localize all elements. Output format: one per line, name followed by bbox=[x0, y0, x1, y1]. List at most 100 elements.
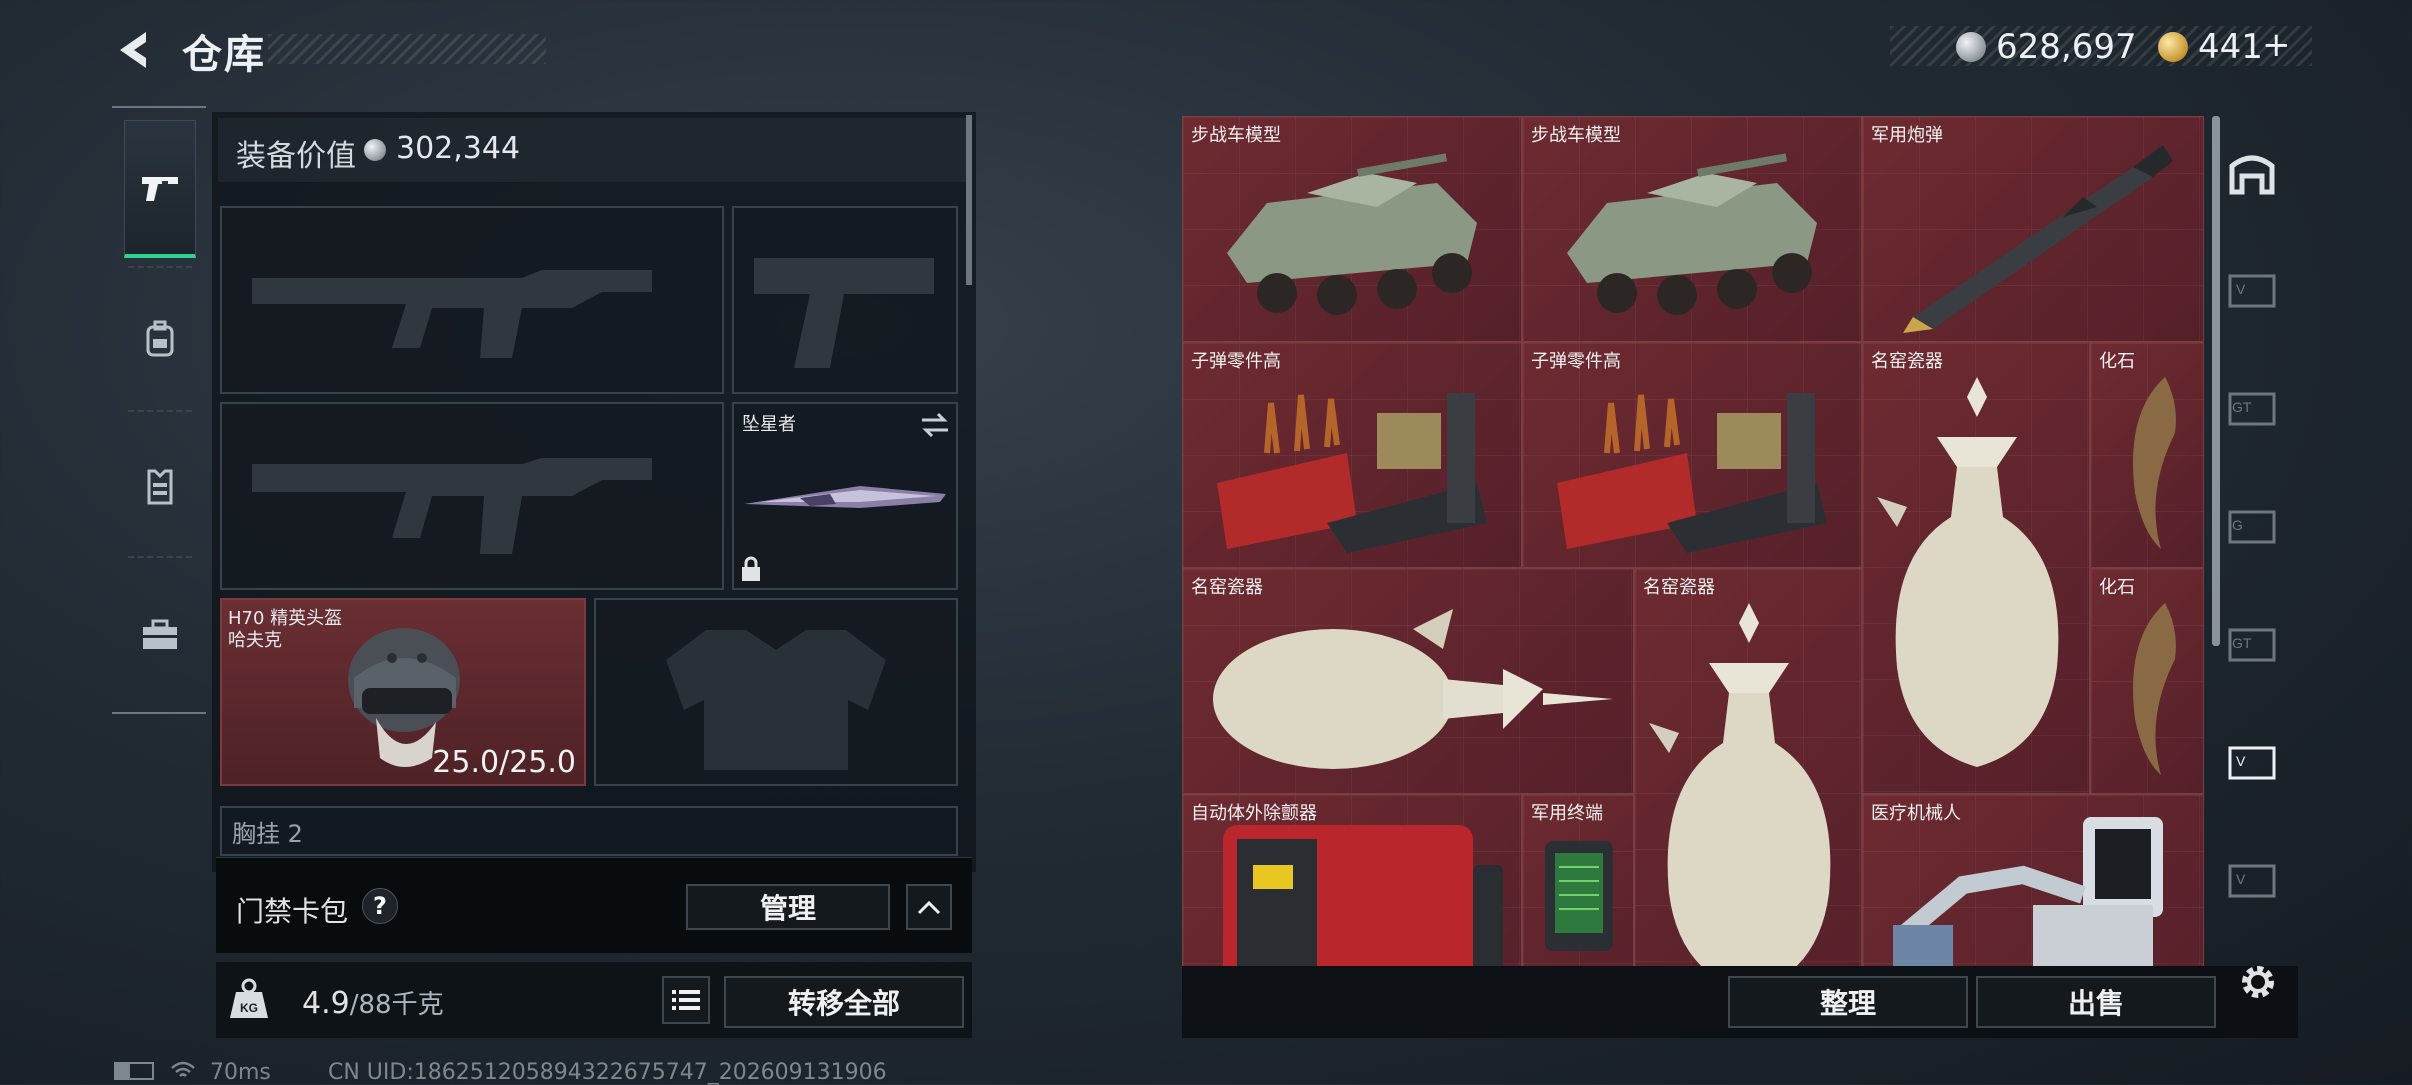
storage-item[interactable]: 医疗机械人 bbox=[1862, 794, 2204, 966]
chevron-up-icon bbox=[917, 900, 941, 915]
storage-tab-v-active[interactable]: V bbox=[2226, 736, 2278, 788]
gold-coin-icon bbox=[2158, 32, 2188, 62]
storage-item[interactable]: 名窑瓷器 bbox=[1862, 342, 2090, 794]
storage-item[interactable]: 自动体外除颤器 bbox=[1182, 794, 1522, 966]
chest-rig-section[interactable]: 胸挂 2 bbox=[220, 806, 958, 856]
page-title: 仓库 bbox=[182, 32, 266, 78]
storage-tab-g1[interactable]: GT bbox=[2226, 382, 2278, 434]
sell-button[interactable]: 出售 bbox=[1976, 976, 2216, 1028]
ammo-parts-icon bbox=[1217, 393, 1487, 553]
military-terminal-icon bbox=[1545, 841, 1613, 951]
settings-button[interactable] bbox=[2236, 960, 2280, 1004]
gold-balance: 441 bbox=[2198, 27, 2263, 67]
storage-item[interactable]: 步战车模型 bbox=[1522, 116, 1862, 342]
melee-name: 坠星者 bbox=[742, 414, 796, 435]
access-card-label: 门禁卡包 bbox=[236, 895, 349, 928]
sort-button[interactable]: 整理 bbox=[1728, 976, 1968, 1028]
svg-text:KG: KG bbox=[240, 1001, 258, 1015]
silver-coin-icon bbox=[1956, 32, 1986, 62]
storage-tab-v[interactable]: V bbox=[2226, 264, 2278, 316]
wifi-icon bbox=[171, 1061, 195, 1077]
porcelain-vase-icon bbox=[1877, 377, 2059, 767]
tab-separator bbox=[128, 266, 192, 268]
storage-item[interactable]: 化石 bbox=[2090, 342, 2204, 568]
battery-icon bbox=[114, 1062, 154, 1080]
pistol-silhouette-icon bbox=[754, 258, 934, 368]
rail-bottom-divider bbox=[112, 712, 206, 714]
ping-text: 70ms bbox=[210, 1060, 271, 1085]
storage-item[interactable]: 子弹零件高 bbox=[1522, 342, 1862, 568]
chest-rig-label: 胸挂 2 bbox=[232, 820, 303, 848]
storage-case-icon: G bbox=[2228, 510, 2276, 544]
transfer-all-button[interactable]: 转移全部 bbox=[724, 976, 964, 1028]
storage-case-icon: GT bbox=[2228, 628, 2276, 662]
add-gold-button[interactable]: + bbox=[2262, 25, 2291, 65]
secondary-weapon-slot[interactable] bbox=[220, 402, 724, 590]
storage-case-icon: V bbox=[2228, 274, 2276, 308]
storage-item[interactable]: 子弹零件高 bbox=[1182, 342, 1522, 568]
porcelain-vase-icon bbox=[1649, 603, 1831, 966]
artillery-shell-icon bbox=[1903, 145, 2173, 333]
storage-tab-g2[interactable]: G bbox=[2226, 500, 2278, 552]
storage-item[interactable]: 化石 bbox=[2090, 568, 2204, 794]
storage-case-icon: V bbox=[2228, 746, 2276, 780]
armor-slot[interactable] bbox=[594, 598, 958, 786]
tab-separator bbox=[128, 556, 192, 558]
medical-robot-icon bbox=[1893, 817, 2163, 966]
swap-icon[interactable] bbox=[920, 412, 950, 438]
storage-item[interactable]: 军用终端 bbox=[1522, 794, 1634, 966]
silver-coin-icon bbox=[364, 139, 386, 161]
melee-slot[interactable]: 坠星者 bbox=[732, 402, 958, 590]
storage-case-icon: GT bbox=[2228, 392, 2276, 426]
ammo-parts-icon bbox=[1557, 393, 1827, 553]
primary-weapon-slot[interactable] bbox=[220, 206, 724, 394]
storage-item[interactable]: 名窑瓷器 bbox=[1182, 568, 1634, 794]
lock-icon bbox=[742, 556, 760, 581]
armor-silhouette-icon bbox=[666, 630, 886, 770]
silver-balance: 628,697 bbox=[1996, 27, 2137, 67]
storage-item[interactable]: 军用炮弹 bbox=[1862, 116, 2204, 342]
storage-case-icon: V bbox=[2228, 864, 2276, 898]
manage-button[interactable]: 管理 bbox=[686, 884, 890, 930]
svg-text:V: V bbox=[2236, 753, 2246, 769]
back-button[interactable] bbox=[112, 28, 156, 72]
defibrillator-icon bbox=[1223, 825, 1503, 966]
pistol-icon bbox=[142, 176, 178, 201]
list-view-button[interactable] bbox=[662, 976, 710, 1024]
title-decoration bbox=[268, 34, 546, 64]
porcelain-vase-lying-icon bbox=[1213, 609, 1613, 769]
storage-tab-v2[interactable]: V bbox=[2226, 854, 2278, 906]
vest-icon bbox=[147, 469, 173, 505]
helmet-brand: 哈夫克 bbox=[228, 630, 282, 651]
storage-tab-home[interactable] bbox=[2226, 146, 2278, 198]
tab-toolbox[interactable] bbox=[124, 566, 196, 704]
rail-top-divider bbox=[112, 106, 206, 108]
toolbox-icon bbox=[143, 619, 177, 649]
fossil-claw-icon bbox=[2133, 377, 2176, 549]
rifle-silhouette-icon bbox=[252, 458, 652, 554]
storage-item[interactable]: 名窑瓷器 bbox=[1634, 568, 1862, 966]
capacity-max: /88千克 bbox=[349, 990, 444, 1020]
back-arrow-icon bbox=[120, 32, 146, 68]
svg-text:V: V bbox=[2236, 281, 2246, 297]
helmet-durability: 25.0/25.0 bbox=[432, 745, 576, 780]
fossil-claw-icon bbox=[2133, 603, 2176, 775]
svg-text:G: G bbox=[2232, 517, 2243, 533]
loadout-scrollbar[interactable] bbox=[966, 115, 972, 285]
storage-category-rail: V GT G GT V V bbox=[2212, 116, 2292, 966]
storage-tab-g3[interactable]: GT bbox=[2226, 618, 2278, 670]
capacity-current: 4.9 bbox=[302, 986, 350, 1021]
tab-backpack[interactable] bbox=[124, 270, 196, 408]
help-button[interactable]: ? bbox=[362, 888, 398, 924]
uid-text: CN UID:1862512058943226757​47_2026091319… bbox=[328, 1060, 887, 1085]
svg-text:GT: GT bbox=[2232, 399, 2252, 415]
gear-icon bbox=[2242, 966, 2274, 998]
expand-button[interactable] bbox=[906, 884, 952, 930]
tab-weapons[interactable] bbox=[124, 120, 196, 258]
loadout-value: 302,344 bbox=[396, 131, 521, 166]
weight-icon: KG bbox=[226, 976, 272, 1022]
storage-item[interactable]: 步战车模型 bbox=[1182, 116, 1522, 342]
helmet-slot[interactable]: H70 精英头盔 哈夫克 25.0/25.0 bbox=[220, 598, 586, 786]
sidearm-slot[interactable] bbox=[732, 206, 958, 394]
tab-vest[interactable] bbox=[124, 418, 196, 556]
